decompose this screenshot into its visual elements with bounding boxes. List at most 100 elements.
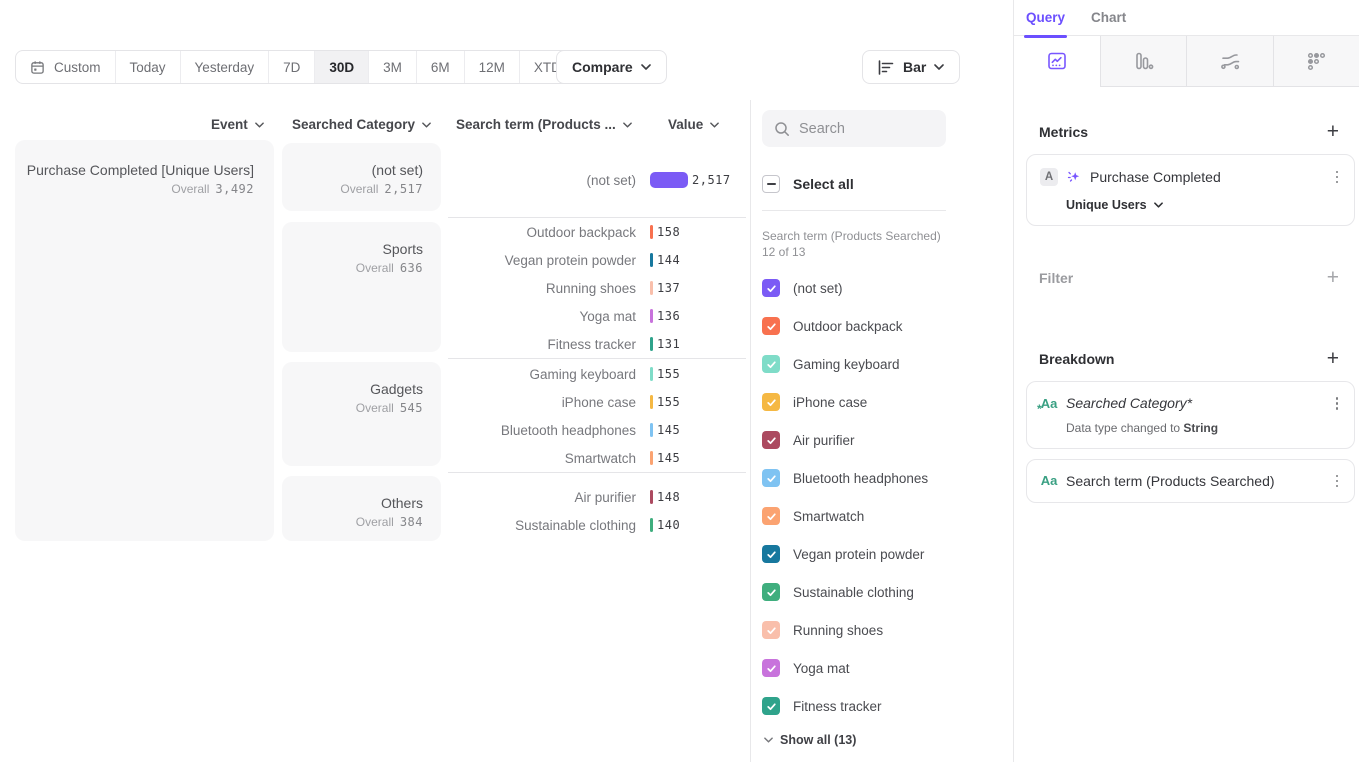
checkbox-checked-icon[interactable] (762, 697, 780, 715)
value-number: 144 (657, 253, 680, 267)
search-input[interactable] (799, 121, 934, 137)
legend-item-label: Running shoes (793, 623, 883, 638)
date-range-3m[interactable]: 3M (369, 51, 417, 83)
column-header-event[interactable]: Event (211, 117, 264, 132)
term-row: Bluetooth headphones145 (448, 416, 746, 444)
category-cell: OthersOverall384 (282, 476, 441, 541)
report-tab-flows[interactable] (1186, 36, 1273, 87)
legend-item-label: Vegan protein powder (793, 547, 924, 562)
legend-search[interactable] (762, 110, 946, 147)
legend-item[interactable]: Outdoor backpack (762, 307, 1007, 345)
legend-item[interactable]: Air purifier (762, 421, 1007, 459)
value-number: 148 (657, 490, 680, 504)
legend-item[interactable]: Vegan protein powder (762, 535, 1007, 573)
checkbox-checked-icon[interactable] (762, 621, 780, 639)
checkbox-checked-icon[interactable] (762, 659, 780, 677)
column-header-category[interactable]: Searched Category (292, 117, 431, 132)
legend-group-label: Search term (Products Searched) 12 of 13 (762, 228, 952, 260)
term-label: Yoga mat (448, 309, 650, 324)
add-breakdown-button[interactable]: + (1321, 346, 1345, 371)
kebab-menu-icon[interactable] (1332, 169, 1343, 186)
legend-item-list: (not set) Outdoor backpack Gaming keyboard… (762, 269, 1007, 725)
metric-card[interactable]: A Purchase Completed Unique Users (1026, 154, 1355, 226)
breakdown-card[interactable]: Aa*Searched Category*Data type changed t… (1026, 381, 1355, 449)
term-label: Sustainable clothing (448, 518, 650, 533)
value-number: 2,517 (692, 173, 731, 187)
checkbox-indeterminate-icon[interactable] (762, 175, 780, 193)
term-label: Bluetooth headphones (448, 423, 650, 438)
checkbox-checked-icon[interactable] (762, 545, 780, 563)
legend-item[interactable]: Gaming keyboard (762, 345, 1007, 383)
value-bar (650, 451, 653, 465)
chevron-down-icon (764, 737, 773, 743)
bar-chart-icon (878, 60, 895, 75)
checkbox-checked-icon[interactable] (762, 355, 780, 373)
select-all-control[interactable]: Select all (762, 172, 854, 196)
kebab-menu-icon[interactable] (1332, 473, 1343, 490)
header-label: Value (668, 117, 703, 132)
legend-item[interactable]: Sustainable clothing (762, 573, 1007, 611)
legend-item[interactable]: Bluetooth headphones (762, 459, 1007, 497)
breakdown-card[interactable]: AaSearch term (Products Searched) (1026, 459, 1355, 504)
checkbox-checked-icon[interactable] (762, 393, 780, 411)
legend-item-label: Sustainable clothing (793, 585, 914, 600)
term-value: 145 (650, 451, 746, 465)
legend-item-label: Outdoor backpack (793, 319, 903, 334)
header-label: Event (211, 117, 248, 132)
column-header-term[interactable]: Search term (Products ... (456, 117, 632, 132)
value-bar (650, 490, 653, 504)
term-value: 2,517 (650, 172, 746, 188)
value-bar (650, 367, 653, 381)
event-sparkle-icon (1066, 169, 1082, 185)
chart-type-label: Bar (903, 59, 926, 75)
chart-type-button[interactable]: Bar (862, 50, 960, 84)
checkbox-checked-icon[interactable] (762, 507, 780, 525)
legend-item[interactable]: Fitness tracker (762, 687, 1007, 725)
legend-item[interactable]: Yoga mat (762, 649, 1007, 687)
checkbox-checked-icon[interactable] (762, 469, 780, 487)
add-metric-button[interactable]: + (1321, 119, 1345, 144)
tab-query[interactable]: Query (1026, 0, 1065, 36)
term-label: Gaming keyboard (448, 367, 650, 382)
checkbox-checked-icon[interactable] (762, 583, 780, 601)
date-range-12m[interactable]: 12M (465, 51, 520, 83)
report-tab-retention[interactable] (1273, 36, 1359, 87)
date-range-7d[interactable]: 7D (269, 51, 315, 83)
date-range-label: 3M (383, 60, 402, 75)
compare-button[interactable]: Compare (556, 50, 667, 84)
date-range-custom[interactable]: Custom (16, 51, 116, 83)
tab-chart[interactable]: Chart (1091, 0, 1126, 36)
term-value: 155 (650, 367, 746, 381)
legend-item[interactable]: Smartwatch (762, 497, 1007, 535)
kebab-menu-icon[interactable] (1332, 395, 1343, 412)
legend-item[interactable]: (not set) (762, 269, 1007, 307)
header-label: Search term (Products ... (456, 117, 616, 132)
column-header-value[interactable]: Value (668, 117, 719, 132)
date-range-yesterday[interactable]: Yesterday (181, 51, 270, 83)
report-tab-funnels[interactable] (1100, 36, 1187, 87)
checkbox-checked-icon[interactable] (762, 317, 780, 335)
add-filter-button[interactable]: + (1321, 265, 1345, 290)
date-range-control[interactable]: CustomTodayYesterday7D30D3M6M12MXTD (15, 50, 594, 84)
date-range-today[interactable]: Today (116, 51, 181, 83)
term-label: iPhone case (448, 395, 650, 410)
flows-icon (1219, 50, 1241, 72)
date-range-6m[interactable]: 6M (417, 51, 465, 83)
date-range-label: 30D (329, 60, 354, 75)
report-tab-insights[interactable] (1014, 36, 1100, 87)
term-row: Gaming keyboard155 (448, 360, 746, 388)
legend-item[interactable]: Running shoes (762, 611, 1007, 649)
checkbox-checked-icon[interactable] (762, 431, 780, 449)
category-cell: SportsOverall636 (282, 222, 441, 352)
retention-icon (1305, 50, 1327, 72)
term-row: Smartwatch145 (448, 444, 746, 472)
measure-dropdown[interactable]: Unique Users (1066, 198, 1342, 212)
date-range-30d[interactable]: 30D (315, 51, 369, 83)
checkbox-checked-icon[interactable] (762, 279, 780, 297)
show-all-link[interactable]: Show all (13) (764, 733, 856, 747)
category-cell: (not set)Overall2,517 (282, 143, 441, 211)
check-icon (766, 549, 777, 560)
check-icon (766, 397, 777, 408)
breakdown-title: Breakdown (1039, 351, 1114, 367)
legend-item[interactable]: iPhone case (762, 383, 1007, 421)
